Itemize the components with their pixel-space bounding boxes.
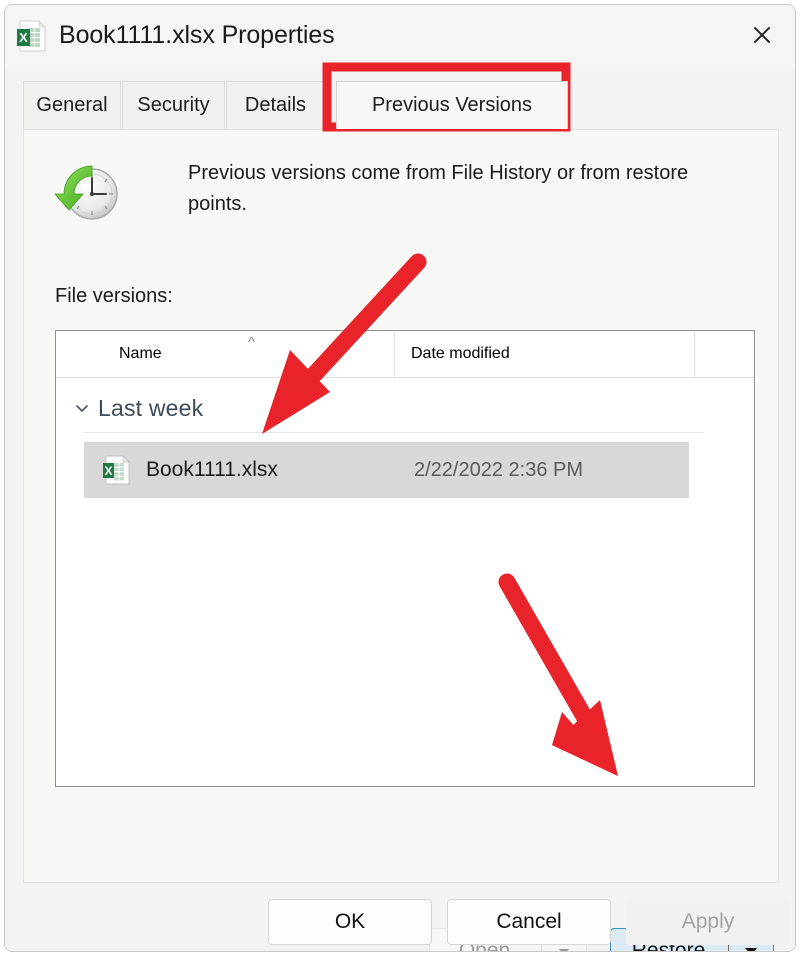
- ok-button[interactable]: OK: [268, 899, 432, 945]
- close-icon[interactable]: [735, 9, 789, 61]
- list-group-last-week[interactable]: Last week: [56, 388, 754, 428]
- info-description: Previous versions come from File History…: [188, 162, 689, 215]
- tab-general[interactable]: General: [23, 81, 121, 129]
- list-group-divider: [84, 432, 704, 433]
- column-header-name[interactable]: Name ^: [56, 331, 394, 377]
- chevron-up-icon: ^: [248, 334, 256, 351]
- file-name-cell: Book1111.xlsx: [146, 458, 278, 481]
- previous-versions-panel: Previous versions come from File History…: [23, 129, 779, 951]
- restore-clock-icon: [52, 156, 124, 228]
- ok-button-label: OK: [334, 910, 366, 933]
- tab-previous-versions[interactable]: Previous Versions: [336, 81, 568, 129]
- column-header-date-modified[interactable]: Date modified: [394, 331, 694, 377]
- properties-dialog: X Book1111.xlsx Properties General Secur…: [4, 4, 796, 952]
- cancel-button-label: Cancel: [496, 910, 562, 933]
- date-modified-cell: 2/22/2022 2:36 PM: [414, 458, 584, 481]
- chevron-down-icon[interactable]: [72, 400, 92, 416]
- apply-button-label: Apply: [681, 910, 735, 933]
- excel-file-icon: X: [102, 454, 132, 486]
- excel-file-icon: X: [15, 18, 49, 54]
- tab-details[interactable]: Details: [226, 81, 325, 129]
- svg-text:X: X: [104, 464, 112, 478]
- tab-security-label: Security: [137, 94, 210, 116]
- title-bar: X Book1111.xlsx Properties: [5, 5, 795, 68]
- window-title: Book1111.xlsx Properties: [59, 21, 335, 49]
- tab-previous-versions-label: Previous Versions: [371, 94, 533, 116]
- table-row[interactable]: X Book1111.xlsx 2/22/2022 2:36 PM: [84, 442, 689, 498]
- cancel-button[interactable]: Cancel: [447, 899, 611, 945]
- svg-text:X: X: [19, 30, 28, 45]
- apply-button[interactable]: Apply: [626, 899, 790, 945]
- column-header-name-label: Name: [119, 345, 162, 362]
- list-group-label: Last week: [98, 394, 204, 421]
- column-header-date-modified-label: Date modified: [411, 345, 510, 362]
- list-header: Name ^ Date modified: [56, 331, 754, 378]
- tab-details-label: Details: [244, 94, 307, 116]
- file-versions-label: File versions:: [55, 285, 173, 307]
- tab-strip: General Security Details Previous Versio…: [5, 67, 795, 129]
- tab-security[interactable]: Security: [122, 81, 225, 129]
- column-header-spacer: [694, 331, 754, 377]
- file-versions-list[interactable]: Name ^ Date modified Last week X Book111…: [55, 330, 755, 787]
- tab-general-label: General: [36, 94, 108, 116]
